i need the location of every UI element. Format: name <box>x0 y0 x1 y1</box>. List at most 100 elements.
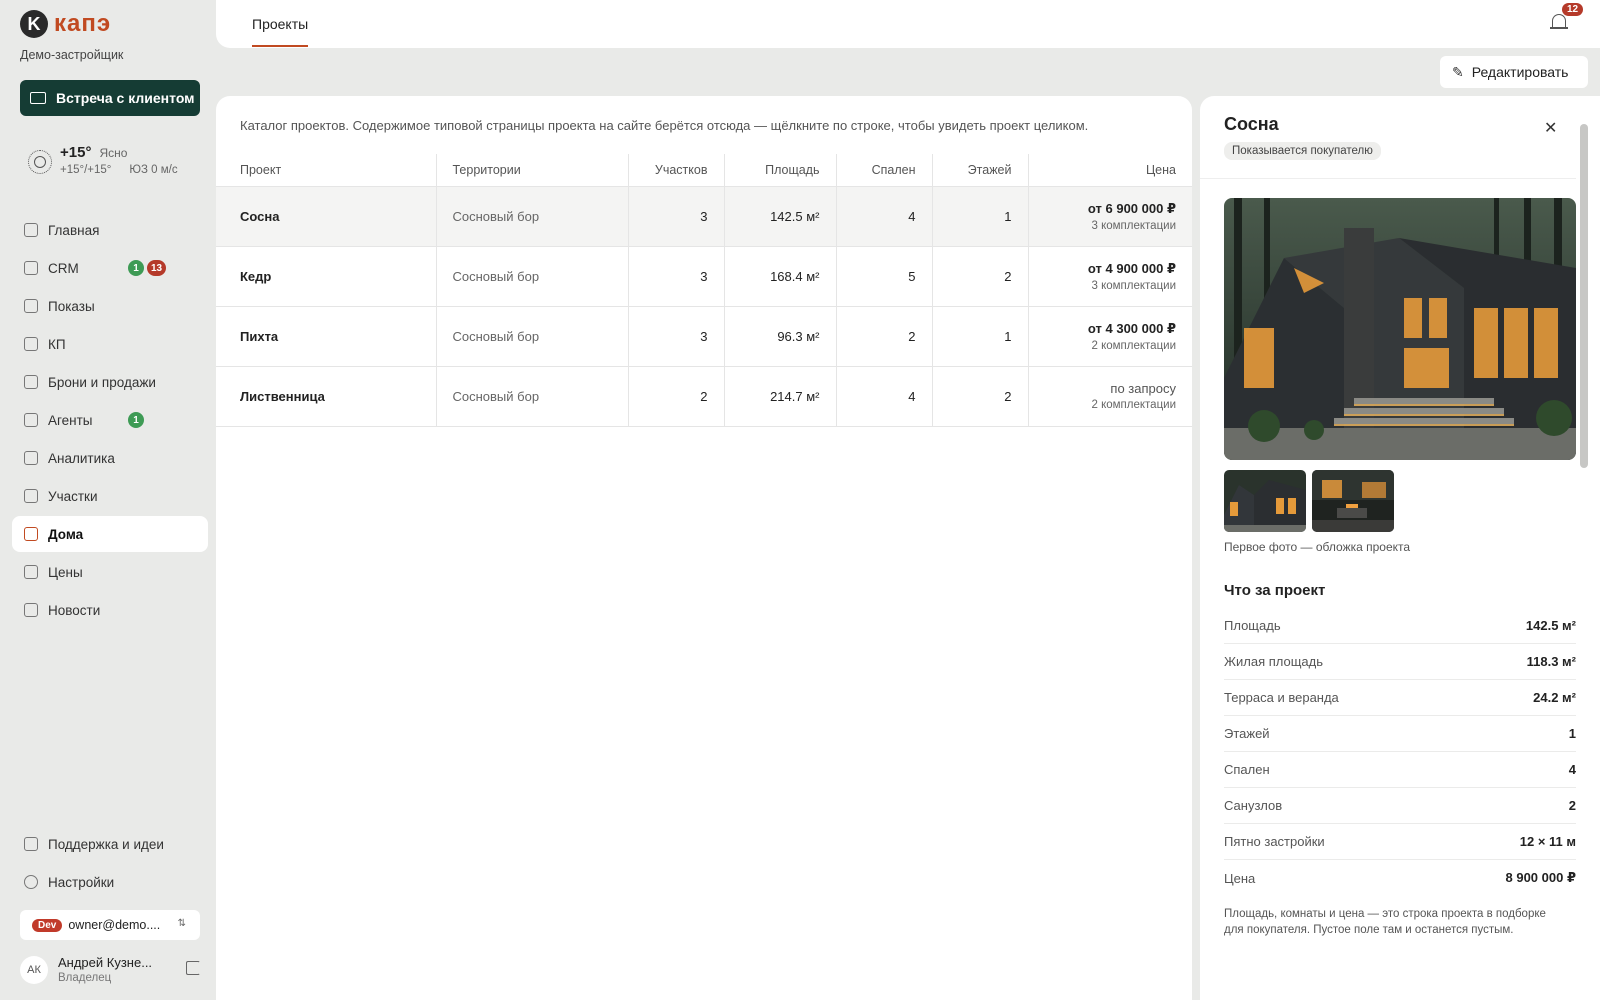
account-switcher[interactable]: Dev owner@demo.... ⇅ <box>20 910 200 940</box>
nav-label: Агенты <box>48 412 93 428</box>
project-price-cell: от 4 900 000 ₽ 3 комплектации <box>1027 246 1192 307</box>
project-plots: 2 <box>627 366 724 427</box>
nav-label: КП <box>48 336 66 352</box>
edit-button[interactable]: ✎ Редактировать <box>1440 56 1588 88</box>
divider <box>1200 178 1576 179</box>
column-header[interactable]: Проект <box>216 154 436 187</box>
price-tag-icon <box>24 565 38 579</box>
spec-label: Этажей <box>1224 726 1270 741</box>
nav-label: Настройки <box>48 874 115 890</box>
nav-item-bookings[interactable]: Брони и продажи <box>12 364 208 400</box>
table-row[interactable]: Кедр Сосновый бор 3 168.4 м² 5 2 от 4 90… <box>216 246 1192 307</box>
project-area: 142.5 м² <box>723 186 836 247</box>
project-floors: 2 <box>931 246 1028 307</box>
spec-label: Жилая площадь <box>1224 654 1324 669</box>
nav-label: Поддержка и идеи <box>48 836 164 852</box>
project-name: Кедр <box>216 246 436 307</box>
project-bedrooms: 4 <box>835 186 932 247</box>
cover-note: Первое фото — обложка проекта <box>1224 540 1411 554</box>
project-floors: 1 <box>931 306 1028 367</box>
table-row[interactable]: Пихта Сосновый бор 3 96.3 м² 2 1 от 4 30… <box>216 306 1192 367</box>
client-meeting-button[interactable]: Встреча с клиентом <box>20 80 200 116</box>
close-icon[interactable]: ✕ <box>1544 118 1557 138</box>
project-price: от 6 900 000 ₽ <box>1087 200 1176 216</box>
photo-thumbnail[interactable] <box>1224 470 1306 532</box>
project-bedrooms: 5 <box>835 246 932 307</box>
project-configs: 2 комплектации <box>1091 399 1176 411</box>
nav-item-plots[interactable]: Участки <box>12 478 208 514</box>
spec-value: 8 900 000 ₽ <box>1505 870 1577 885</box>
photo-thumbnail[interactable] <box>1312 470 1394 532</box>
nav-item-houses[interactable]: Дома <box>12 516 208 552</box>
column-header[interactable]: Цена <box>1027 154 1192 187</box>
column-header[interactable]: Территории <box>435 154 628 187</box>
sidebar: K капэ Демо-застройщик Встреча с клиенто… <box>0 0 216 1000</box>
sun-icon <box>28 150 52 174</box>
logo-mark: K <box>20 10 48 38</box>
client-meeting-label: Встреча с клиентом <box>56 90 195 106</box>
avatar: АК <box>20 955 48 984</box>
megaphone-icon <box>24 603 38 617</box>
project-territory: Сосновый бор <box>435 366 628 427</box>
spec-value: 2 <box>1568 798 1576 813</box>
presentation-icon <box>30 92 46 104</box>
project-price-cell: от 6 900 000 ₽ 3 комплектации <box>1027 186 1192 247</box>
crm-badge-green: 1 <box>128 260 144 276</box>
project-territory: Сосновый бор <box>435 306 628 367</box>
table-row[interactable]: Лиственница Сосновый бор 2 214.7 м² 4 2 … <box>216 366 1192 427</box>
edit-label: Редактировать <box>1471 64 1569 80</box>
tab-projects[interactable]: Проекты <box>252 16 309 47</box>
nav-label: Дома <box>48 526 84 542</box>
scrollbar[interactable] <box>1580 124 1588 468</box>
nav-label: Брони и продажи <box>48 374 156 390</box>
user-card-icon <box>24 261 38 275</box>
column-header[interactable]: Участков <box>627 154 724 187</box>
spec-label: Пятно застройки <box>1224 834 1325 849</box>
project-price: от 4 900 000 ₽ <box>1087 260 1176 276</box>
spec-value: 24.2 м² <box>1533 690 1576 705</box>
logout-icon[interactable] <box>186 961 200 975</box>
nav-item-news[interactable]: Новости <box>12 592 208 628</box>
weather-widget: +15° Ясно +15°/+15° ЮЗ 0 м/с <box>28 144 178 176</box>
spec-row: Санузлов 2 <box>1224 788 1576 824</box>
nav-item-offers[interactable]: КП <box>12 326 208 362</box>
spec-label: Санузлов <box>1224 798 1283 813</box>
spec-row: Площадь 142.5 м² <box>1224 608 1576 644</box>
table-row[interactable]: Сосна Сосновый бор 3 142.5 м² 4 1 от 6 9… <box>216 186 1192 247</box>
chat-icon <box>24 837 38 851</box>
nav-item-support[interactable]: Поддержка и идеи <box>12 826 208 862</box>
spec-value: 1 <box>1568 726 1576 741</box>
project-floors: 1 <box>931 186 1028 247</box>
project-configs: 2 комплектации <box>1091 339 1176 352</box>
project-plots: 3 <box>627 246 724 307</box>
brand-logo[interactable]: K капэ <box>20 10 111 38</box>
nav-item-settings[interactable]: Настройки <box>12 864 208 900</box>
project-price: по запросу <box>1110 381 1176 396</box>
bell-icon[interactable]: 12 <box>1550 3 1584 32</box>
column-header[interactable]: Спален <box>835 154 932 187</box>
spec-label: Цена <box>1224 870 1256 886</box>
nav-item-analytics[interactable]: Аналитика <box>12 440 208 476</box>
nav-item-prices[interactable]: Цены <box>12 554 208 590</box>
spec-label: Площадь <box>1224 618 1281 633</box>
detail-title: Сосна <box>1224 114 1279 134</box>
nav-item-agents[interactable]: Агенты 1 <box>12 402 208 438</box>
spec-value: 142.5 м² <box>1525 618 1576 633</box>
column-header[interactable]: Площадь <box>723 154 836 187</box>
project-plots: 3 <box>627 186 724 247</box>
project-area: 96.3 м² <box>723 306 836 367</box>
project-price-cell: по запросу 2 комплектации <box>1027 366 1192 427</box>
handshake-icon <box>24 375 38 389</box>
spec-value: 118.3 м² <box>1526 654 1576 669</box>
agents-badge: 1 <box>128 412 144 428</box>
column-header[interactable]: Этажей <box>931 154 1028 187</box>
nav-item-crm[interactable]: CRM 1 13 <box>12 250 208 286</box>
nav-item-home[interactable]: Главная <box>12 212 208 248</box>
project-area: 168.4 м² <box>723 246 836 307</box>
nav-item-showings[interactable]: Показы <box>12 288 208 324</box>
plot-icon <box>24 489 38 503</box>
nav-label: Участки <box>48 488 98 504</box>
user-profile: АК Андрей Кузне... Владелец <box>20 955 200 984</box>
weather-temp: +15° <box>60 144 92 161</box>
project-cover-photo[interactable] <box>1224 198 1576 460</box>
